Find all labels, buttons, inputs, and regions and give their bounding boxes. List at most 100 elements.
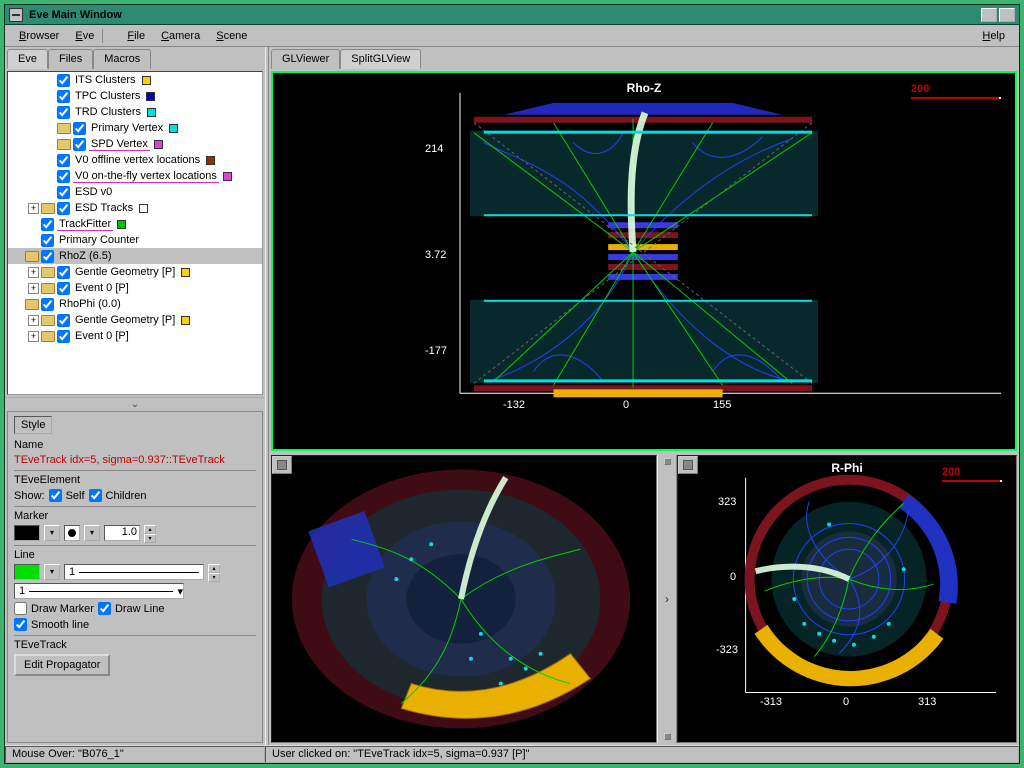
visibility-check[interactable]: [57, 266, 70, 279]
menu-help[interactable]: Help: [974, 28, 1013, 44]
visibility-check[interactable]: [57, 186, 70, 199]
tree-item[interactable]: TrackFitter: [8, 216, 262, 232]
show-children-check[interactable]: [89, 489, 102, 502]
visibility-check[interactable]: [57, 74, 70, 87]
marker-color-drop[interactable]: ▾: [44, 525, 60, 541]
color-swatch: [154, 140, 163, 149]
marker-label: Marker: [14, 510, 48, 522]
visibility-check[interactable]: [41, 218, 54, 231]
tree-item[interactable]: +Gentle Geometry [P]: [8, 312, 262, 328]
visibility-check[interactable]: [57, 90, 70, 103]
rhoz-canvas: [273, 73, 1015, 449]
color-swatch: [117, 220, 126, 229]
tree-item[interactable]: Primary Vertex: [8, 120, 262, 136]
marker-shape-drop[interactable]: ▾: [84, 525, 100, 541]
tab-eve[interactable]: Eve: [7, 49, 48, 69]
tree-item[interactable]: Primary Counter: [8, 232, 262, 248]
window-title: Eve Main Window: [29, 9, 981, 21]
visibility-check[interactable]: [57, 330, 70, 343]
tree-item[interactable]: +Gentle Geometry [P]: [8, 264, 262, 280]
visibility-check[interactable]: [57, 314, 70, 327]
tree-item[interactable]: V0 on-the-fly vertex locations: [8, 168, 262, 184]
tab-splitglview[interactable]: SplitGLView: [340, 49, 421, 69]
folder-icon: [25, 299, 39, 310]
name-value: TEveTrack idx=5, sigma=0.937::TEveTrack: [14, 454, 256, 466]
menu-camera[interactable]: Camera: [153, 28, 208, 44]
tree-item[interactable]: ITS Clusters: [8, 72, 262, 88]
folder-icon: [25, 251, 39, 262]
tab-files[interactable]: Files: [48, 49, 93, 69]
3d-canvas: [272, 456, 656, 742]
line-style-select[interactable]: 1▾: [14, 583, 184, 599]
folder-icon: [41, 203, 55, 214]
color-swatch: [223, 172, 232, 181]
color-swatch: [206, 156, 215, 165]
tree-item[interactable]: TPC Clusters: [8, 88, 262, 104]
menu-browser[interactable]: Browser: [11, 28, 67, 44]
visibility-check[interactable]: [57, 202, 70, 215]
visibility-check[interactable]: [41, 234, 54, 247]
rphi-canvas: [678, 456, 1016, 742]
draw-marker-check[interactable]: [14, 602, 27, 615]
tree-item[interactable]: RhoPhi (0.0): [8, 296, 262, 312]
edit-propagator-button[interactable]: Edit Propagator: [14, 654, 110, 676]
tab-macros[interactable]: Macros: [93, 49, 151, 69]
color-swatch: [169, 124, 178, 133]
scene-tree[interactable]: ITS ClustersTPC ClustersTRD ClustersPrim…: [7, 71, 263, 395]
color-swatch: [181, 268, 190, 277]
color-swatch: [142, 76, 151, 85]
splitter-sub[interactable]: [657, 455, 677, 743]
teveelement-label: TEveElement: [14, 474, 80, 486]
smooth-line-check[interactable]: [14, 618, 27, 631]
folder-icon: [41, 315, 55, 326]
visibility-check[interactable]: [73, 138, 86, 151]
visibility-check[interactable]: [73, 122, 86, 135]
folder-icon: [41, 267, 55, 278]
visibility-check[interactable]: [41, 250, 54, 263]
viewport-rphi[interactable]: R-Phi 200 323 0 -323 -313 0 313: [677, 455, 1017, 743]
marker-color-swatch[interactable]: [14, 525, 40, 541]
menu-scene[interactable]: Scene: [208, 28, 255, 44]
tree-item[interactable]: +ESD Tracks: [8, 200, 262, 216]
minimize-button[interactable]: [981, 8, 997, 22]
viewport-3d[interactable]: [271, 455, 657, 743]
maximize-button[interactable]: [999, 8, 1015, 22]
tree-item[interactable]: TRD Clusters: [8, 104, 262, 120]
draw-line-check[interactable]: [98, 602, 111, 615]
visibility-check[interactable]: [57, 106, 70, 119]
color-swatch: [181, 316, 190, 325]
menu-eve[interactable]: Eve: [67, 28, 102, 44]
marker-shape[interactable]: [64, 525, 80, 541]
visibility-check[interactable]: [57, 170, 70, 183]
color-swatch: [139, 204, 148, 213]
line-width-spin[interactable]: ▴▾: [208, 564, 220, 580]
folder-icon: [57, 123, 71, 134]
visibility-check[interactable]: [57, 282, 70, 295]
line-color-swatch[interactable]: [14, 564, 40, 580]
menubar: Browser Eve File Camera Scene Help: [5, 25, 1019, 47]
status-clicked: User clicked on: "TEveTrack idx=5, sigma…: [265, 746, 1019, 763]
line-color-drop[interactable]: ▾: [44, 564, 60, 580]
sys-menu-icon[interactable]: [9, 8, 23, 22]
tree-item[interactable]: +Event 0 [P]: [8, 280, 262, 296]
tab-style[interactable]: Style: [14, 416, 52, 434]
marker-size-spin[interactable]: ▴▾: [144, 525, 156, 541]
viewport-rhoz[interactable]: Rho-Z 200 214 3.72 -177 -132 0 155: [271, 71, 1017, 451]
menu-file[interactable]: File: [119, 28, 153, 44]
tab-glviewer[interactable]: GLViewer: [271, 49, 340, 69]
marker-size-input[interactable]: 1.0: [104, 525, 140, 541]
folder-icon: [57, 139, 71, 150]
visibility-check[interactable]: [57, 154, 70, 167]
tree-item[interactable]: SPD Vertex: [8, 136, 262, 152]
line-width-select[interactable]: 1: [64, 564, 204, 580]
tree-item[interactable]: V0 offline vertex locations: [8, 152, 262, 168]
tree-item[interactable]: RhoZ (6.5): [8, 248, 262, 264]
show-self-check[interactable]: [49, 489, 62, 502]
tree-item[interactable]: ESD v0: [8, 184, 262, 200]
tevetrack-label: TEveTrack: [14, 639, 67, 651]
folder-icon: [41, 331, 55, 342]
status-mouseover: Mouse Over: "B076_1": [5, 746, 265, 763]
folder-icon: [41, 283, 55, 294]
tree-item[interactable]: +Event 0 [P]: [8, 328, 262, 344]
visibility-check[interactable]: [41, 298, 54, 311]
